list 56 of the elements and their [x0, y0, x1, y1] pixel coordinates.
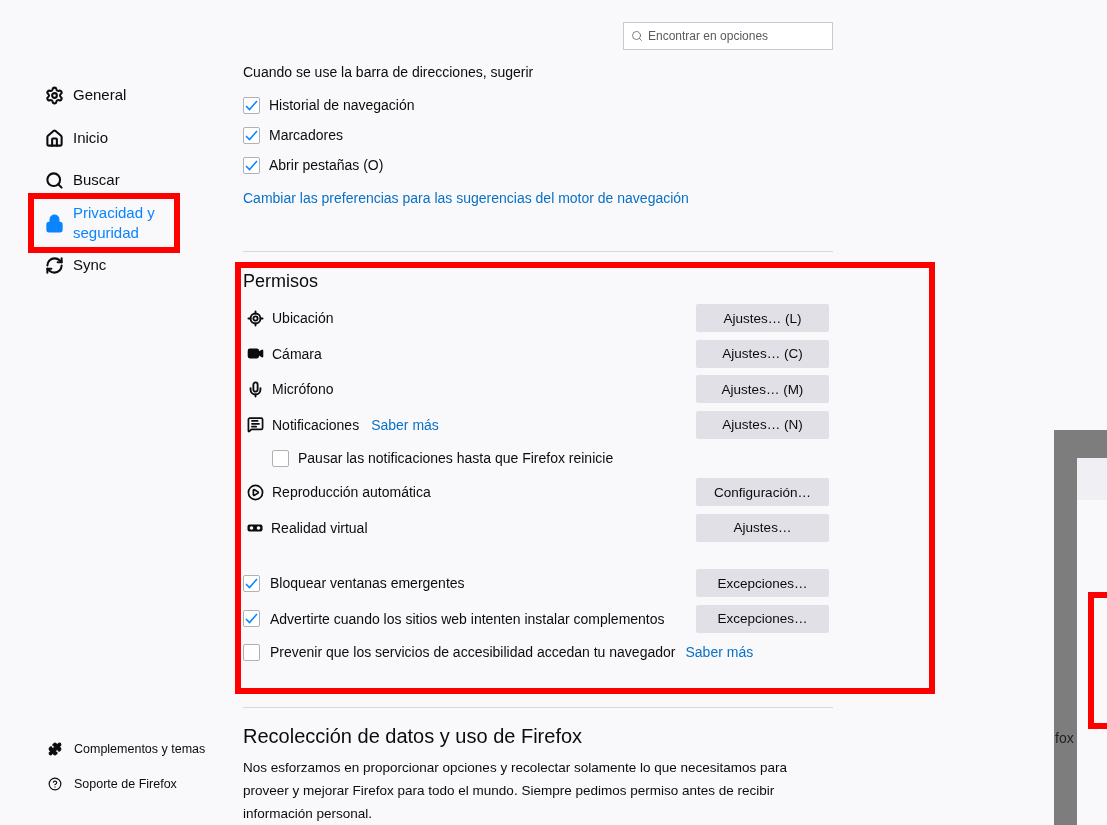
permission-label: Notificaciones	[272, 416, 360, 433]
checkbox[interactable]	[243, 156, 260, 174]
sidebar-item[interactable]: Buscar	[45, 159, 175, 202]
settings-button[interactable]: Ajustes… (M)	[696, 375, 829, 404]
sync-icon	[45, 256, 64, 276]
checkbox-label: Advertirte cuando los sitios web intenten instalar complementos	[270, 610, 665, 627]
checkbox[interactable]	[243, 574, 260, 592]
sidebar-link[interactable]: Complementos y temas	[48, 731, 243, 766]
home-icon	[45, 128, 64, 148]
permission-label: Micrófono	[272, 381, 334, 398]
checkbox-label: Marcadores	[269, 127, 343, 143]
puzzle-icon	[48, 741, 62, 756]
location-icon	[247, 309, 264, 327]
permission-label: Ubicación	[272, 310, 334, 327]
sidebar-item[interactable]: Sync	[45, 244, 175, 287]
preferences-link[interactable]: Cambiar las preferencias para las sugerencias del motor de navegación	[243, 190, 689, 207]
checkbox[interactable]	[272, 449, 289, 467]
settings-button[interactable]: Ajustes… (N)	[696, 410, 829, 439]
play-icon	[247, 483, 264, 501]
checkbox-label: Historial de navegación	[269, 97, 415, 113]
settings-button[interactable]: Ajustes… (L)	[696, 304, 829, 333]
sidebar-link[interactable]: Soporte de Firefox	[48, 766, 243, 801]
section-heading: Permisos	[243, 271, 319, 293]
permission-label: Reproducción automática	[272, 484, 431, 501]
exceptions-button[interactable]: Excepciones…	[696, 569, 829, 598]
sidebar-item[interactable]: Privacidad y seguridad	[45, 201, 175, 244]
settings-button[interactable]: Configuración…	[696, 478, 829, 507]
section-text: Cuando se use la barra de direcciones, sugerir	[243, 64, 534, 80]
sidebar-item[interactable]: Inicio	[45, 116, 175, 159]
checkbox-label: Pausar las notificaciones hasta que Firefox reinicie	[298, 450, 614, 467]
checkbox-label: Abrir pestañas (O)	[269, 157, 384, 173]
checkbox-label: Bloquear ventanas emergentes	[270, 575, 465, 592]
settings-button[interactable]: Ajustes… (C)	[696, 339, 829, 368]
permission-label: Realidad virtual	[271, 519, 368, 536]
checkbox[interactable]	[243, 643, 260, 661]
search-icon	[631, 30, 643, 42]
checkbox-label: Prevenir que los servicios de accesibilidad accedan tu navegador	[270, 644, 676, 661]
section-heading: Recolección de datos y uso de Firefox	[243, 725, 584, 748]
learn-more-link[interactable]: Saber más	[371, 416, 439, 433]
learn-more-link[interactable]: Saber más	[685, 644, 754, 661]
search-icon	[45, 171, 64, 191]
sidebar-item[interactable]: General	[45, 74, 175, 117]
search-field[interactable]: Encontrar en opciones	[623, 22, 833, 50]
lock-icon	[45, 213, 64, 233]
help-icon	[48, 776, 62, 791]
window-text: fox	[1055, 730, 1074, 746]
exceptions-button[interactable]: Excepciones…	[696, 604, 829, 633]
speech-bubble-icon	[247, 416, 264, 434]
checkbox[interactable]	[243, 96, 260, 114]
section-description: Nos esforzamos en proporcionar opciones y recolectar solamente lo que necesitamos para proveer y mejorar Firefox para todo el mundo. Siempre pedimos permiso antes de recibir información personal.	[243, 759, 789, 823]
settings-button[interactable]: Ajustes…	[696, 513, 829, 542]
permission-label: Cámara	[272, 345, 322, 362]
checkbox[interactable]	[243, 610, 260, 628]
gear-icon	[45, 86, 64, 106]
checkbox[interactable]	[243, 126, 260, 144]
microphone-icon	[247, 380, 264, 398]
